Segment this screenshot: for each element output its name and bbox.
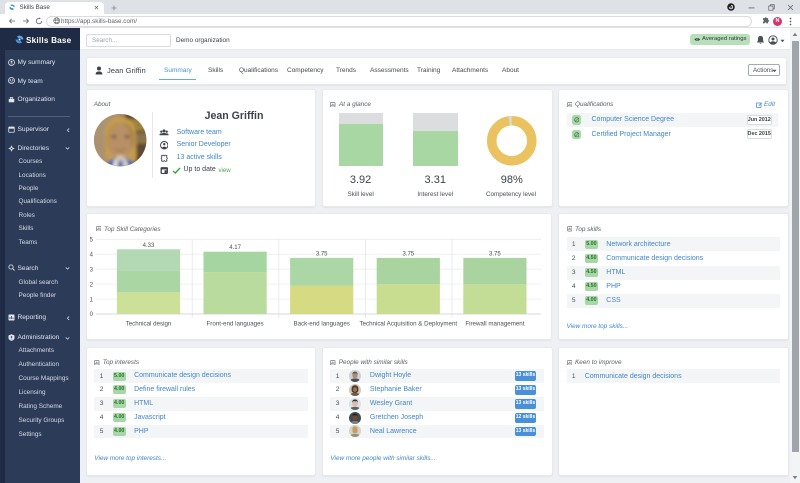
svg-text:Firewall management: Firewall management xyxy=(465,321,524,328)
svg-text:Technical design: Technical design xyxy=(125,321,171,328)
svg-text:2: 2 xyxy=(89,282,93,288)
svg-text:4.33: 4.33 xyxy=(142,243,154,249)
svg-text:4.17: 4.17 xyxy=(229,245,241,251)
svg-text:5: 5 xyxy=(89,238,93,244)
svg-text:1: 1 xyxy=(89,297,93,303)
svg-text:Technical Acquisition & Deploy: Technical Acquisition & Deployment xyxy=(359,321,457,328)
svg-text:0: 0 xyxy=(89,312,93,318)
svg-text:4: 4 xyxy=(89,252,93,258)
svg-text:3.75: 3.75 xyxy=(402,251,414,257)
svg-text:3.75: 3.75 xyxy=(316,251,328,257)
svg-text:3.75: 3.75 xyxy=(489,251,501,257)
svg-text:Front-end languages: Front-end languages xyxy=(206,321,263,328)
svg-text:Back-end languages: Back-end languages xyxy=(293,321,349,328)
svg-text:3: 3 xyxy=(89,267,93,273)
